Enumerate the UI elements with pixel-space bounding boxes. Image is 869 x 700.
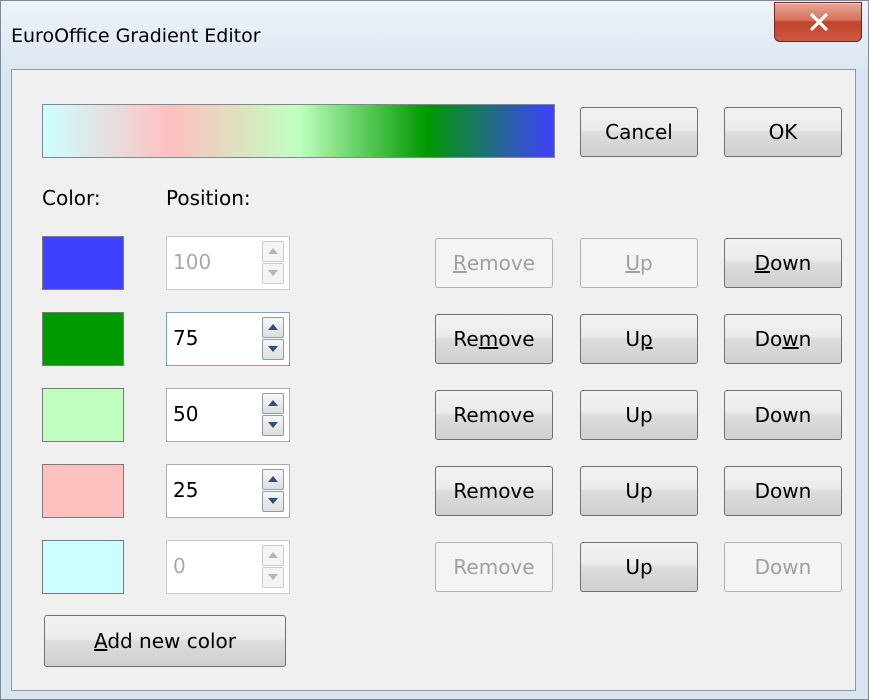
- chevron-up-icon: [268, 552, 278, 558]
- color-column-label: Color:: [42, 186, 101, 210]
- chevron-down-icon: [268, 422, 278, 428]
- position-spinbox[interactable]: 75: [166, 312, 290, 366]
- down-button[interactable]: Down: [724, 466, 842, 516]
- spin-arrows: [262, 545, 284, 589]
- spin-arrows: [262, 469, 284, 513]
- remove-button[interactable]: Remove: [435, 390, 553, 440]
- chevron-down-icon: [268, 574, 278, 580]
- remove-button[interactable]: Remove: [435, 314, 553, 364]
- down-button[interactable]: Down: [724, 238, 842, 288]
- position-value[interactable]: 0: [173, 554, 186, 578]
- window-title: EuroOffice Gradient Editor: [11, 25, 261, 47]
- chevron-up-icon: [268, 324, 278, 330]
- color-swatch[interactable]: [42, 312, 124, 366]
- gradient-preview: [42, 104, 555, 158]
- down-button[interactable]: Down: [724, 314, 842, 364]
- remove-button[interactable]: Remove: [435, 466, 553, 516]
- spin-up-button[interactable]: [262, 393, 284, 414]
- spin-arrows: [262, 317, 284, 361]
- chevron-down-icon: [268, 270, 278, 276]
- chevron-up-icon: [268, 476, 278, 482]
- chevron-up-icon: [268, 400, 278, 406]
- remove-button[interactable]: Remove: [435, 238, 553, 288]
- position-value[interactable]: 50: [173, 402, 198, 426]
- chevron-down-icon: [268, 346, 278, 352]
- position-spinbox[interactable]: 25: [166, 464, 290, 518]
- up-button[interactable]: Up: [580, 390, 698, 440]
- up-button[interactable]: Up: [580, 542, 698, 592]
- color-swatch[interactable]: [42, 236, 124, 290]
- position-spinbox[interactable]: 50: [166, 388, 290, 442]
- spin-arrows: [262, 241, 284, 285]
- color-swatch[interactable]: [42, 540, 124, 594]
- chevron-down-icon: [268, 498, 278, 504]
- spin-up-button[interactable]: [262, 241, 284, 262]
- spin-down-button[interactable]: [262, 263, 284, 284]
- remove-button[interactable]: Remove: [435, 542, 553, 592]
- spin-down-button[interactable]: [262, 339, 284, 360]
- position-column-label: Position:: [166, 186, 251, 210]
- up-button[interactable]: Up: [580, 238, 698, 288]
- spin-up-button[interactable]: [262, 317, 284, 338]
- position-value[interactable]: 25: [173, 478, 198, 502]
- down-button[interactable]: Down: [724, 542, 842, 592]
- spin-up-button[interactable]: [262, 469, 284, 490]
- up-button[interactable]: Up: [580, 466, 698, 516]
- down-button[interactable]: Down: [724, 390, 842, 440]
- position-spinbox[interactable]: 0: [166, 540, 290, 594]
- color-swatch[interactable]: [42, 388, 124, 442]
- spin-arrows: [262, 393, 284, 437]
- position-value[interactable]: 100: [173, 250, 211, 274]
- chevron-up-icon: [268, 248, 278, 254]
- cancel-button[interactable]: Cancel: [580, 107, 698, 157]
- ok-button[interactable]: OK: [724, 107, 842, 157]
- add-new-color-label: Add new color: [93, 629, 237, 653]
- up-button[interactable]: Up: [580, 314, 698, 364]
- spin-down-button[interactable]: [262, 567, 284, 588]
- dialog-content: [11, 69, 856, 691]
- add-new-color-button[interactable]: Add new color: [44, 615, 286, 667]
- spin-down-button[interactable]: [262, 415, 284, 436]
- color-swatch[interactable]: [42, 464, 124, 518]
- close-button[interactable]: [774, 2, 862, 42]
- position-value[interactable]: 75: [173, 326, 198, 350]
- position-spinbox[interactable]: 100: [166, 236, 290, 290]
- spin-up-button[interactable]: [262, 545, 284, 566]
- title-bar[interactable]: EuroOffice Gradient Editor: [1, 1, 868, 69]
- spin-down-button[interactable]: [262, 491, 284, 512]
- close-icon: [810, 13, 828, 31]
